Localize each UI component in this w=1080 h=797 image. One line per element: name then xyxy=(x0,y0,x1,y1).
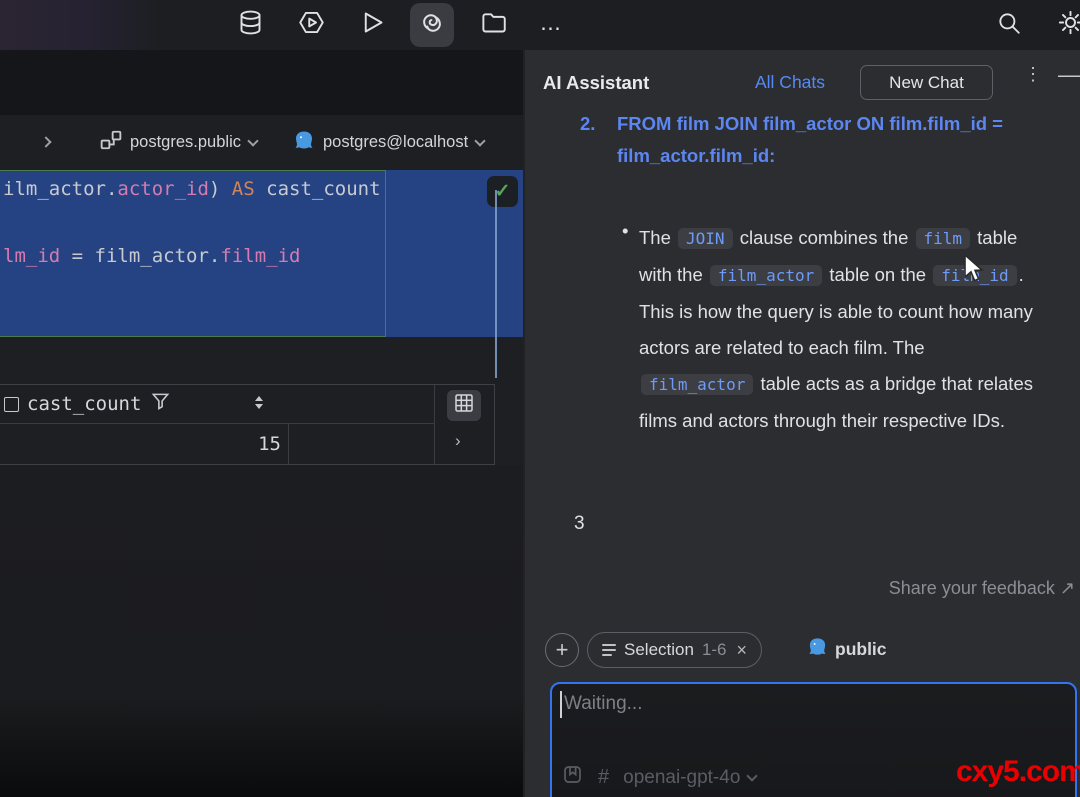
main-toolbar: ⋯ xyxy=(0,0,1080,50)
run-config-button[interactable] xyxy=(289,3,333,47)
database-icon xyxy=(237,9,264,41)
chevron-down-icon xyxy=(747,770,758,781)
ai-assistant-panel: 2. FROM film JOIN film_actor ON film.fil… xyxy=(523,50,1080,797)
prompt-library-icon[interactable] xyxy=(562,764,584,791)
mouse-cursor xyxy=(962,253,985,289)
schema-chip-label: public xyxy=(835,639,887,660)
sort-toggle-icon[interactable] xyxy=(255,396,263,409)
ai-assistant-header: AI Assistant All Chats New Chat ⋮ — xyxy=(525,50,1080,115)
sql-editor[interactable]: ilm_actor.actor_id) AS cast_count lm_id … xyxy=(0,170,523,384)
input-toolbar: # openai-gpt-4o xyxy=(562,764,756,791)
cell-divider xyxy=(288,424,289,465)
toolbar-more-button[interactable]: ⋯ xyxy=(540,16,564,41)
code-token: AS xyxy=(232,178,255,200)
row-checkbox-icon[interactable] xyxy=(4,397,19,412)
selection-context-chip[interactable]: Selection 1-6 × xyxy=(587,632,762,668)
schema-context-chip[interactable]: public xyxy=(807,636,887,662)
query-results-panel: cast_count 15 › xyxy=(0,384,495,465)
share-feedback-link[interactable]: Share your feedback ↗ xyxy=(889,578,1075,599)
close-icon[interactable]: × xyxy=(737,640,748,661)
results-column-header[interactable]: cast_count xyxy=(27,393,141,415)
text-run: table on the xyxy=(824,264,931,285)
list-item-2-code: FROM film JOIN film_actor ON film.film_i… xyxy=(617,108,1042,172)
model-selector[interactable]: openai-gpt-4o xyxy=(623,767,756,789)
chevron-down-icon xyxy=(247,135,258,146)
ai-spiral-icon xyxy=(418,9,446,42)
code-line-1: ilm_actor.actor_id) AS cast_count xyxy=(3,178,381,200)
context-chip-row: + Selection 1-6 × public xyxy=(525,633,1080,673)
chat-message-area: 2. FROM film JOIN film_actor ON film.fil… xyxy=(525,50,1080,610)
play-icon xyxy=(359,9,386,41)
share-feedback-label: Share your feedback xyxy=(889,578,1055,598)
code-token: = xyxy=(60,245,94,267)
add-context-button[interactable]: + xyxy=(545,633,579,667)
table-grid-icon xyxy=(454,393,474,418)
toolbar-tint xyxy=(0,0,160,50)
plus-icon: + xyxy=(556,637,569,663)
code-token: film_id xyxy=(220,245,300,267)
code-token: cast_count xyxy=(255,178,381,200)
table-view-button[interactable] xyxy=(447,390,481,421)
all-chats-link[interactable]: All Chats xyxy=(755,72,825,93)
editor-tab-strip xyxy=(0,50,523,115)
bullet-marker: • xyxy=(622,220,628,242)
text-caret xyxy=(560,691,562,718)
inline-code-chip: film_actor xyxy=(641,374,753,395)
run-button[interactable] xyxy=(350,3,394,47)
watermark: cxy5.com xyxy=(956,755,1080,789)
panel-divider xyxy=(434,385,435,465)
chat-input-placeholder: Waiting... xyxy=(564,693,643,715)
postgres-elephant-icon xyxy=(293,129,315,156)
inline-code-chip: film xyxy=(916,228,971,249)
inline-code-chip: JOIN xyxy=(678,228,733,249)
editor-empty-area xyxy=(0,465,523,797)
search-icon xyxy=(996,10,1022,41)
chevron-down-icon xyxy=(475,135,486,146)
postgres-elephant-icon xyxy=(807,636,828,662)
new-chat-button[interactable]: New Chat xyxy=(860,65,993,100)
code-token: film_actor. xyxy=(95,245,221,267)
code-token: ilm_actor. xyxy=(3,178,117,200)
query-success-badge: ✓ xyxy=(487,176,518,207)
results-header-row[interactable]: cast_count xyxy=(0,385,434,424)
model-selector-label: openai-gpt-4o xyxy=(623,767,740,789)
text-run: The xyxy=(639,227,676,248)
schema-icon xyxy=(100,129,122,156)
editor-caret xyxy=(495,190,497,378)
result-cell-value[interactable]: 15 xyxy=(0,424,281,464)
minimize-panel-button[interactable]: — xyxy=(1058,62,1080,88)
folder-icon xyxy=(480,9,507,41)
gear-icon xyxy=(1057,9,1080,41)
selection-lines-icon xyxy=(602,644,616,656)
selection-chip-label: Selection xyxy=(624,640,694,660)
breadcrumb-schema-label: postgres.public xyxy=(130,133,241,152)
external-link-arrow-icon: ↗ xyxy=(1060,578,1075,598)
command-hash-icon[interactable]: # xyxy=(598,766,609,789)
text-run: clause combines the xyxy=(735,227,914,248)
code-token: lm_id xyxy=(3,245,60,267)
code-token: ) xyxy=(209,178,232,200)
filter-icon[interactable] xyxy=(151,392,170,416)
panel-title: AI Assistant xyxy=(543,72,649,94)
inline-code-chip: film_actor xyxy=(710,265,822,286)
selection-chip-range: 1-6 xyxy=(702,640,727,660)
code-line-2: lm_id = film_actor.film_id xyxy=(3,245,300,267)
code-token: actor_id xyxy=(117,178,209,200)
ide-window: ⋯ postgres.public postgres@loca xyxy=(0,0,1080,797)
breadcrumb-schema[interactable]: postgres.public xyxy=(100,115,257,170)
panel-menu-button[interactable]: ⋮ xyxy=(1024,70,1042,79)
breadcrumb-expand-icon[interactable] xyxy=(40,136,51,147)
project-files-button[interactable] xyxy=(471,3,515,47)
expand-results-button[interactable]: › xyxy=(455,431,461,451)
settings-button[interactable] xyxy=(1048,3,1080,47)
breadcrumb-connection-label: postgres@localhost xyxy=(323,133,468,152)
breadcrumb-connection[interactable]: postgres@localhost xyxy=(293,115,484,170)
hexagon-play-icon xyxy=(298,9,325,41)
database-tool-button[interactable] xyxy=(228,3,272,47)
list-item-3-marker: 3 xyxy=(574,513,585,535)
ai-assistant-button[interactable] xyxy=(410,3,454,47)
breadcrumb: postgres.public postgres@localhost xyxy=(0,115,523,170)
search-everywhere-button[interactable] xyxy=(987,3,1031,47)
